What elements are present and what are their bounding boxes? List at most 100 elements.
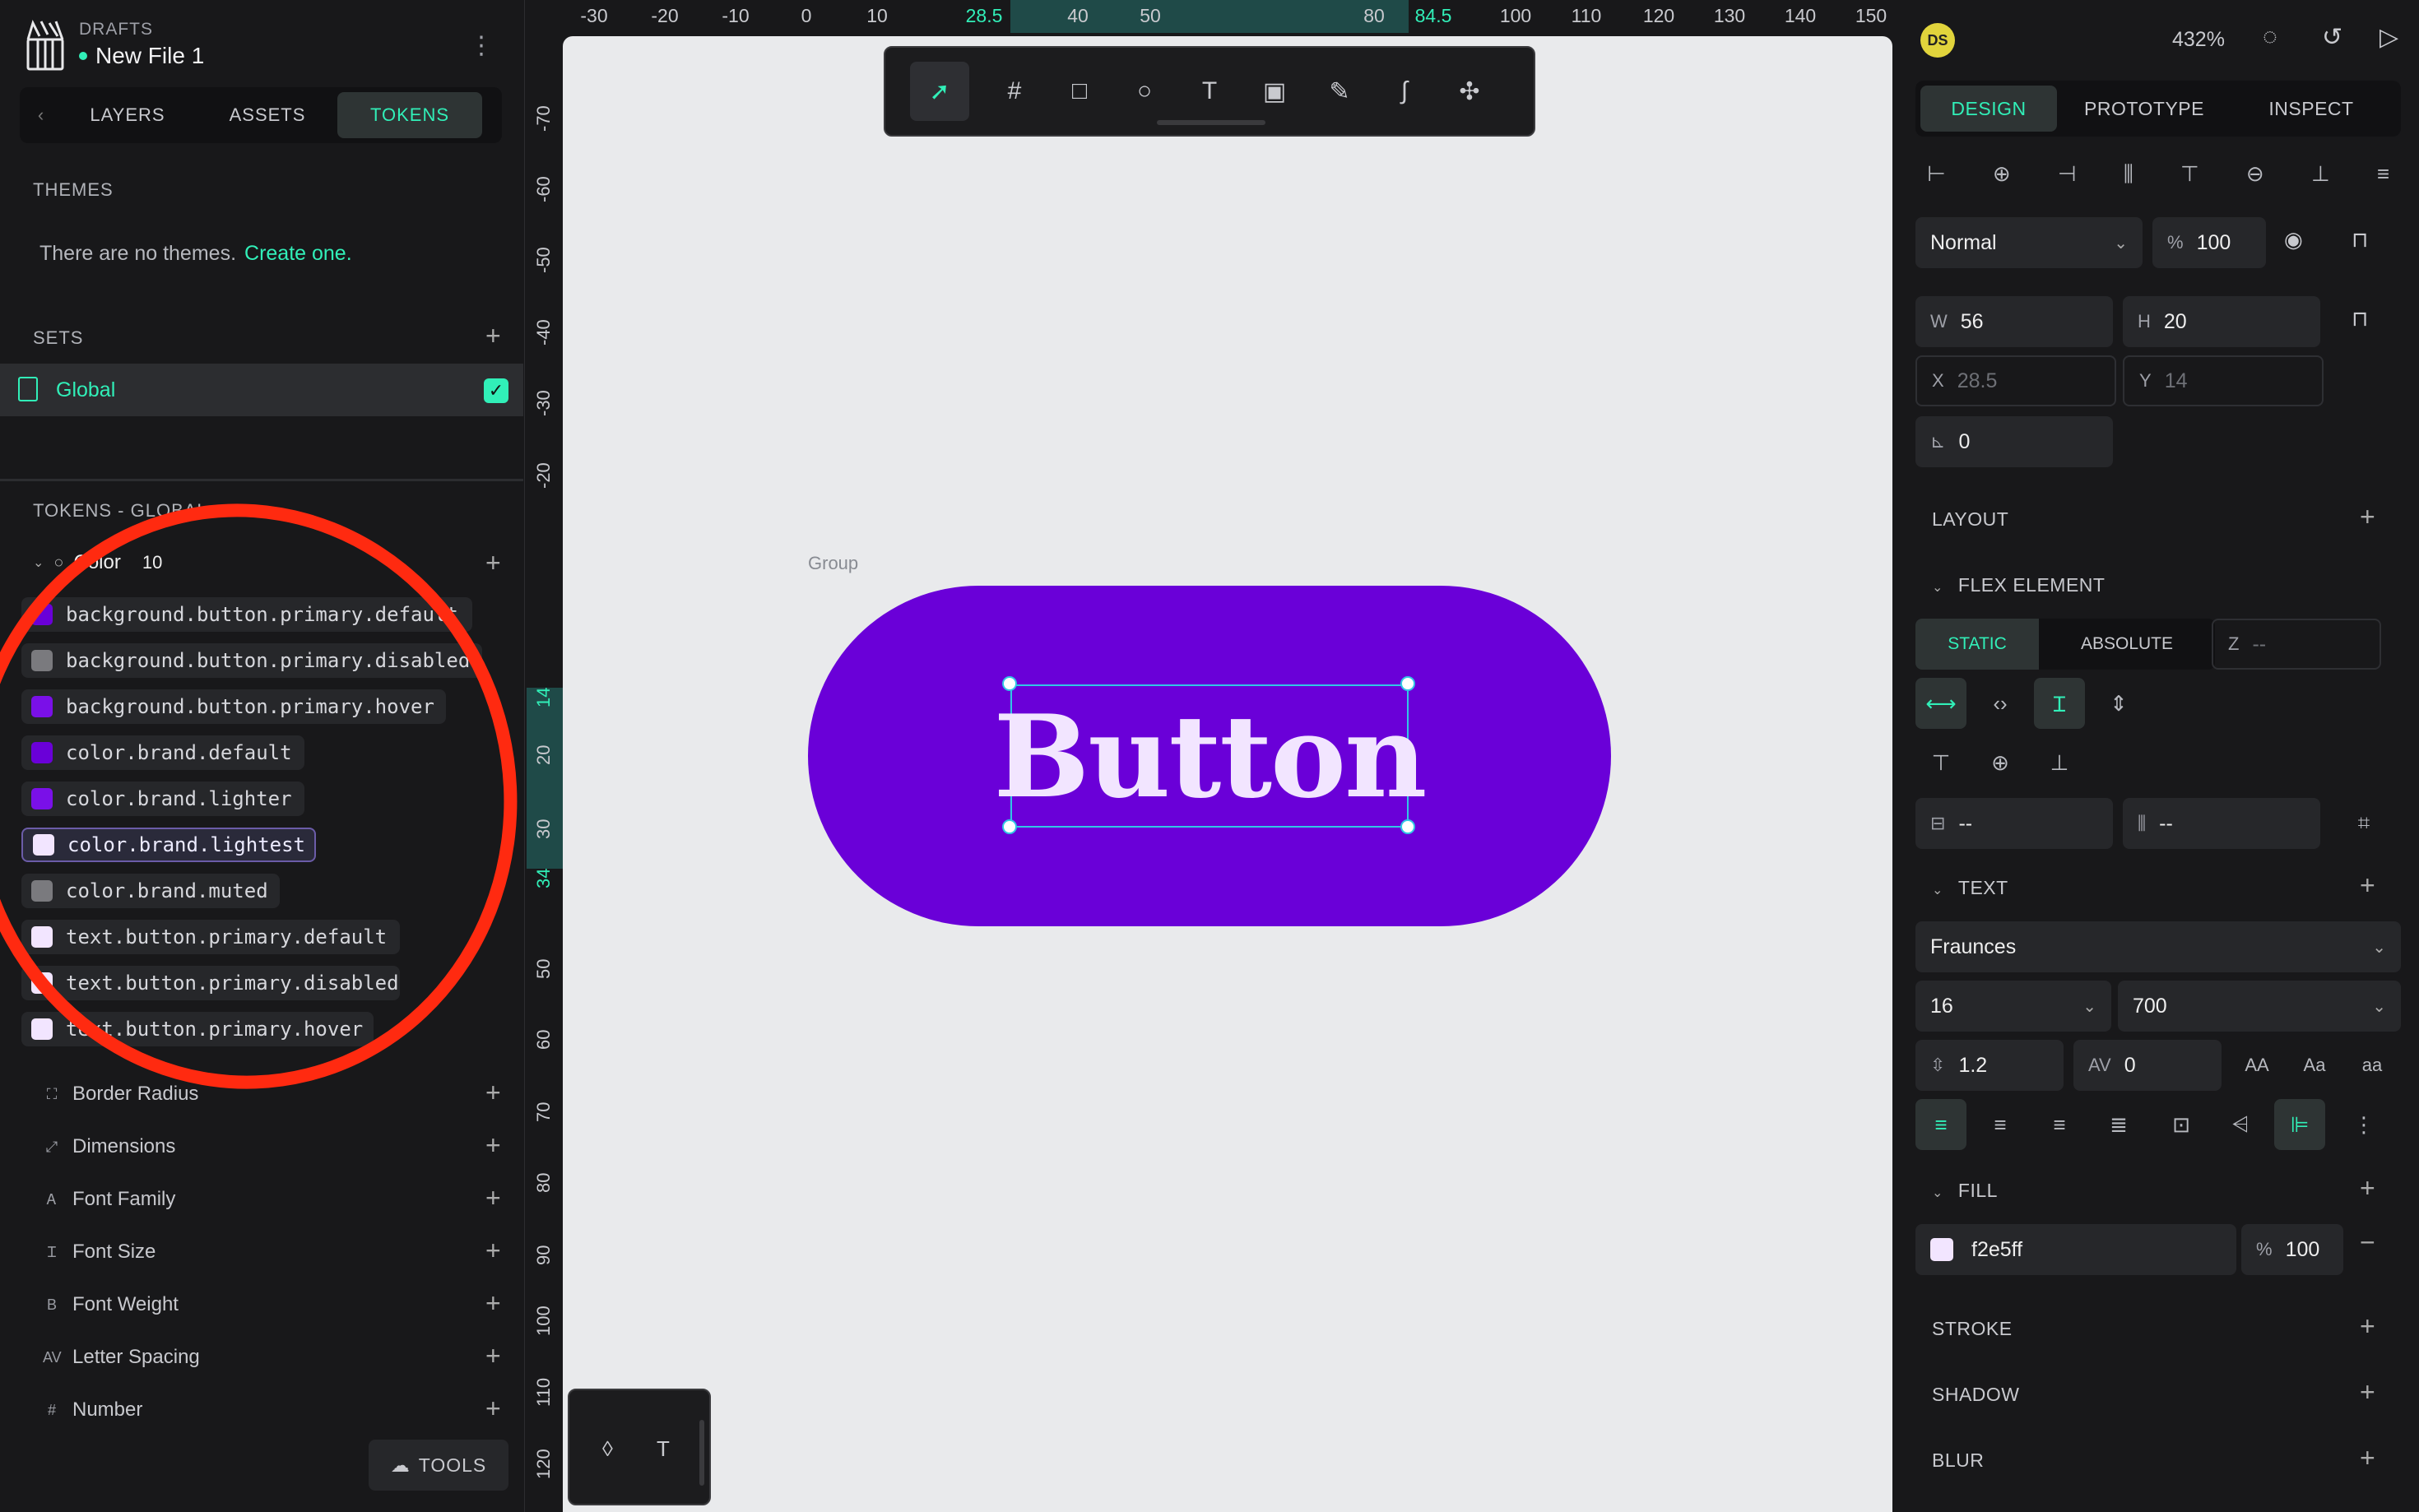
absolute-option[interactable]: ABSOLUTE: [2039, 619, 2215, 670]
tools-button[interactable]: ☁ TOOLS: [369, 1440, 508, 1491]
file-name[interactable]: New File 1: [79, 43, 204, 69]
height-field[interactable]: H 20: [2123, 296, 2320, 347]
fixed-height-icon[interactable]: Ɪ: [2034, 678, 2085, 729]
resize-handle-top-left[interactable]: [1002, 676, 1017, 691]
add-token-icon[interactable]: +: [485, 1185, 501, 1211]
layer-opacity-field[interactable]: % 100: [2152, 217, 2266, 268]
file-menu-icon[interactable]: ⋮: [469, 31, 494, 60]
tab-inspect[interactable]: INSPECT: [2231, 86, 2391, 132]
set-checkbox[interactable]: ✓: [484, 378, 508, 403]
move-tool-icon[interactable]: ➚: [910, 62, 969, 121]
color-token-pill[interactable]: text.button.primary.default: [21, 920, 400, 954]
uppercase-button[interactable]: AA: [2231, 1040, 2282, 1091]
align-self-center-icon[interactable]: ⊕: [1975, 737, 2026, 788]
add-fill-icon[interactable]: +: [2360, 1175, 2375, 1201]
token-category-row[interactable]: B Font Weight: [43, 1293, 179, 1316]
token-category-row[interactable]: Ꭺ Font Family: [43, 1188, 175, 1211]
color-token-pill[interactable]: text.button.primary.hover: [21, 1012, 374, 1046]
fill-color-field[interactable]: f2e5ff: [1915, 1224, 2236, 1275]
line-height-field[interactable]: ⇳ 1.2: [1915, 1040, 2064, 1091]
align-bottom-icon[interactable]: ⊥: [2311, 161, 2330, 188]
align-v-center-icon[interactable]: ⊖: [2246, 161, 2264, 188]
add-typography-icon[interactable]: +: [2360, 872, 2375, 898]
font-family-select[interactable]: Fraunces ⌄: [1915, 921, 2401, 972]
add-token-icon[interactable]: +: [485, 1079, 501, 1106]
y-position-field[interactable]: Y 14: [2123, 355, 2324, 406]
add-token-icon[interactable]: +: [485, 1343, 501, 1369]
collapse-sidebar-icon[interactable]: ‹: [25, 92, 58, 138]
align-self-end-icon[interactable]: ⊥: [2034, 737, 2085, 788]
button-text-layer[interactable]: Button: [994, 684, 1427, 828]
resize-handle-bottom-left[interactable]: [1002, 819, 1017, 834]
align-top-icon[interactable]: ⊤: [2180, 161, 2199, 188]
fit-width-icon[interactable]: ‹›: [1975, 678, 2026, 729]
create-theme-link[interactable]: Create one.: [244, 242, 352, 265]
proportion-lock-icon[interactable]: ⊓: [2352, 306, 2368, 332]
align-h-center-icon[interactable]: ⊕: [1993, 161, 2011, 188]
image-tool-icon[interactable]: ▣: [1255, 72, 1294, 111]
fill-swatch[interactable]: [1930, 1238, 1953, 1261]
lowercase-button[interactable]: aa: [2347, 1040, 2398, 1091]
add-layout-icon[interactable]: +: [2360, 503, 2375, 530]
blend-mode-select[interactable]: Normal ⌄: [1915, 217, 2143, 268]
align-self-start-icon[interactable]: ⊤: [1915, 737, 1966, 788]
path-tool-icon[interactable]: ∫: [1385, 72, 1424, 111]
text-vertical-align-icon[interactable]: ⊫: [2274, 1099, 2325, 1150]
color-token-pill[interactable]: color.brand.lightest: [21, 828, 316, 862]
text-align-left-icon[interactable]: ≡: [1915, 1099, 1966, 1150]
token-category-row[interactable]: Ɪ Font Size: [43, 1241, 156, 1264]
fill-opacity-field[interactable]: % 100: [2241, 1224, 2343, 1275]
letter-spacing-field[interactable]: AV 0: [2073, 1040, 2222, 1091]
distribute-v-icon[interactable]: ≡: [2377, 161, 2389, 188]
fill-width-icon[interactable]: ⟷: [1915, 678, 1966, 729]
pencil-tool-icon[interactable]: ✎: [1320, 72, 1359, 111]
text-justify-icon[interactable]: ≣: [2093, 1099, 2144, 1150]
text-baseline-icon[interactable]: ⩤: [2215, 1099, 2266, 1150]
align-right-icon[interactable]: ⊣: [2058, 161, 2077, 188]
tab-layers[interactable]: LAYERS: [58, 92, 197, 138]
titlecase-button[interactable]: Aa: [2289, 1040, 2340, 1091]
tab-tokens[interactable]: TOKENS: [337, 92, 482, 138]
add-shadow-icon[interactable]: +: [2360, 1379, 2375, 1405]
rotation-field[interactable]: ⊾ 0: [1915, 416, 2113, 467]
resize-handle-bottom-right[interactable]: [1400, 819, 1415, 834]
color-token-pill[interactable]: background.button.primary.disabled: [21, 643, 482, 678]
add-token-icon[interactable]: +: [485, 1395, 501, 1422]
color-token-pill[interactable]: color.brand.muted: [21, 874, 280, 908]
add-token-icon[interactable]: +: [485, 1290, 501, 1316]
text-align-right-icon[interactable]: ≡: [2034, 1099, 2085, 1150]
tab-prototype[interactable]: PROTOTYPE: [2057, 86, 2231, 132]
tab-assets[interactable]: ASSETS: [197, 92, 337, 138]
tab-design[interactable]: DESIGN: [1920, 86, 2057, 132]
color-token-pill[interactable]: text.button.primary.disabled: [21, 966, 400, 1000]
x-position-field[interactable]: X 28.5: [1915, 355, 2116, 406]
typography-palette-icon[interactable]: T: [657, 1436, 670, 1462]
lock-icon[interactable]: ⊓: [2352, 227, 2368, 253]
resize-handle-top-right[interactable]: [1400, 676, 1415, 691]
fit-height-icon[interactable]: ⇕: [2093, 678, 2144, 729]
text-title[interactable]: ⌄ TEXT: [1932, 877, 2008, 899]
token-category-row[interactable]: AV Letter Spacing: [43, 1346, 200, 1369]
board-tool-icon[interactable]: #: [995, 72, 1034, 111]
z-index-field[interactable]: Z --: [2212, 619, 2381, 670]
plugins-icon[interactable]: ✣: [1450, 72, 1489, 111]
text-options-icon[interactable]: ⋮: [2338, 1099, 2389, 1150]
eye-icon[interactable]: ◉: [2284, 227, 2303, 253]
text-auto-size-icon[interactable]: ⊡: [2156, 1099, 2207, 1150]
rectangle-tool-icon[interactable]: □: [1060, 72, 1099, 111]
add-token-icon[interactable]: +: [485, 1132, 501, 1158]
vertical-margin-field[interactable]: ⊟ --: [1915, 798, 2113, 849]
flex-element-title[interactable]: ⌄ FLEX ELEMENT: [1932, 574, 2105, 596]
penpot-logo-icon[interactable]: [25, 18, 66, 72]
font-weight-select[interactable]: 700 ⌄: [2118, 981, 2401, 1032]
width-field[interactable]: W 56: [1915, 296, 2113, 347]
color-token-pill[interactable]: background.button.primary.default: [21, 597, 472, 632]
toolbar-grip[interactable]: [1157, 120, 1265, 125]
text-tool-icon[interactable]: T: [1190, 72, 1229, 111]
add-token-icon[interactable]: +: [485, 1237, 501, 1264]
static-option[interactable]: STATIC: [1915, 619, 2039, 670]
add-stroke-icon[interactable]: +: [2360, 1313, 2375, 1339]
add-set-icon[interactable]: +: [485, 322, 501, 349]
margin-options-icon[interactable]: ⌗: [2338, 798, 2389, 849]
horizontal-margin-field[interactable]: ⫼ --: [2123, 798, 2320, 849]
